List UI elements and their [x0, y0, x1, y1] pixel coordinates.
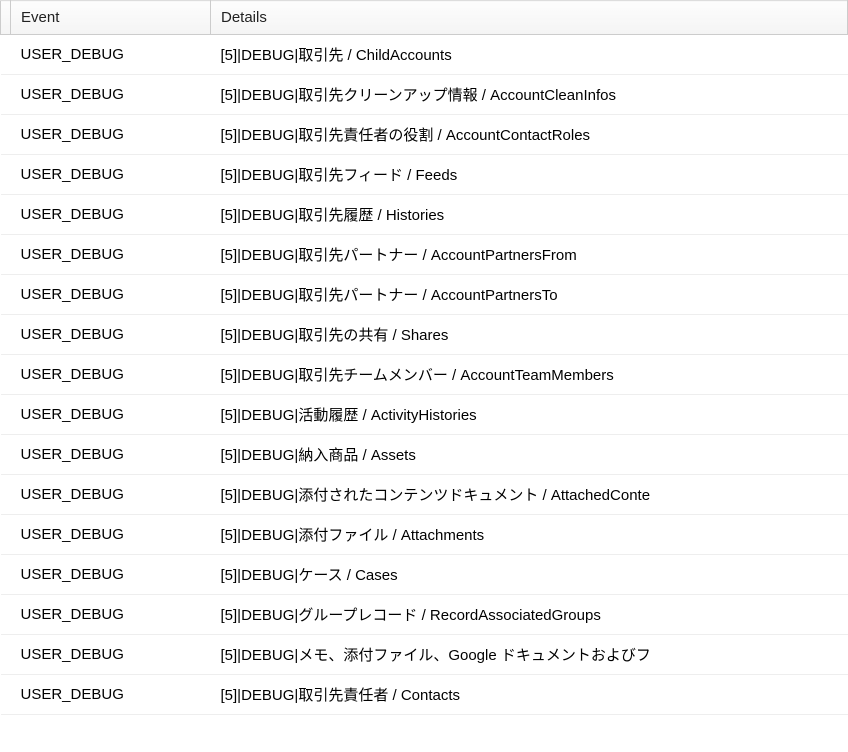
event-cell: USER_DEBUG	[11, 355, 211, 395]
event-cell: USER_DEBUG	[11, 515, 211, 555]
row-checkbox[interactable]	[1, 475, 11, 515]
details-cell: [5]|DEBUG|ケース / Cases	[211, 555, 848, 595]
row-checkbox[interactable]	[1, 595, 11, 635]
event-cell: USER_DEBUG	[11, 395, 211, 435]
row-checkbox[interactable]	[1, 235, 11, 275]
header-event[interactable]: Event	[11, 1, 211, 35]
table-row[interactable]: USER_DEBUG[5]|DEBUG|取引先フィード / Feeds	[1, 155, 848, 195]
details-cell: [5]|DEBUG|取引先パートナー / AccountPartnersTo	[211, 275, 848, 315]
details-cell: [5]|DEBUG|活動履歴 / ActivityHistories	[211, 395, 848, 435]
details-cell: [5]|DEBUG|取引先履歴 / Histories	[211, 195, 848, 235]
details-cell: [5]|DEBUG|メモ、添付ファイル、Google ドキュメントおよびフ	[211, 635, 848, 675]
details-cell: [5]|DEBUG|取引先パートナー / AccountPartnersFrom	[211, 235, 848, 275]
event-cell: USER_DEBUG	[11, 315, 211, 355]
header-checkbox[interactable]	[1, 1, 11, 35]
details-cell: [5]|DEBUG|取引先 / ChildAccounts	[211, 35, 848, 75]
details-cell: [5]|DEBUG|取引先責任者の役割 / AccountContactRole…	[211, 115, 848, 155]
table-header-row: Event Details	[1, 1, 848, 35]
event-cell: USER_DEBUG	[11, 675, 211, 715]
row-checkbox[interactable]	[1, 115, 11, 155]
event-cell: USER_DEBUG	[11, 75, 211, 115]
row-checkbox[interactable]	[1, 555, 11, 595]
row-checkbox[interactable]	[1, 675, 11, 715]
row-checkbox[interactable]	[1, 275, 11, 315]
details-cell: [5]|DEBUG|添付ファイル / Attachments	[211, 515, 848, 555]
table-row[interactable]: USER_DEBUG[5]|DEBUG|取引先 / ChildAccounts	[1, 35, 848, 75]
details-cell: [5]|DEBUG|取引先クリーンアップ情報 / AccountCleanInf…	[211, 75, 848, 115]
table-row[interactable]: USER_DEBUG[5]|DEBUG|取引先の共有 / Shares	[1, 315, 848, 355]
row-checkbox[interactable]	[1, 195, 11, 235]
event-cell: USER_DEBUG	[11, 555, 211, 595]
table-row[interactable]: USER_DEBUG[5]|DEBUG|添付ファイル / Attachments	[1, 515, 848, 555]
row-checkbox[interactable]	[1, 435, 11, 475]
row-checkbox[interactable]	[1, 395, 11, 435]
table-row[interactable]: USER_DEBUG[5]|DEBUG|取引先履歴 / Histories	[1, 195, 848, 235]
header-details[interactable]: Details	[211, 1, 848, 35]
table-row[interactable]: USER_DEBUG[5]|DEBUG|取引先チームメンバー / Account…	[1, 355, 848, 395]
row-checkbox[interactable]	[1, 635, 11, 675]
event-cell: USER_DEBUG	[11, 475, 211, 515]
details-cell: [5]|DEBUG|取引先チームメンバー / AccountTeamMember…	[211, 355, 848, 395]
table-row[interactable]: USER_DEBUG[5]|DEBUG|取引先責任者の役割 / AccountC…	[1, 115, 848, 155]
event-cell: USER_DEBUG	[11, 155, 211, 195]
table-row[interactable]: USER_DEBUG[5]|DEBUG|取引先パートナー / AccountPa…	[1, 275, 848, 315]
row-checkbox[interactable]	[1, 315, 11, 355]
row-checkbox[interactable]	[1, 155, 11, 195]
event-cell: USER_DEBUG	[11, 195, 211, 235]
event-cell: USER_DEBUG	[11, 435, 211, 475]
details-cell: [5]|DEBUG|納入商品 / Assets	[211, 435, 848, 475]
row-checkbox[interactable]	[1, 35, 11, 75]
row-checkbox[interactable]	[1, 355, 11, 395]
event-cell: USER_DEBUG	[11, 235, 211, 275]
event-cell: USER_DEBUG	[11, 595, 211, 635]
table-row[interactable]: USER_DEBUG[5]|DEBUG|メモ、添付ファイル、Google ドキュ…	[1, 635, 848, 675]
event-cell: USER_DEBUG	[11, 635, 211, 675]
table-row[interactable]: USER_DEBUG[5]|DEBUG|納入商品 / Assets	[1, 435, 848, 475]
row-checkbox[interactable]	[1, 75, 11, 115]
details-cell: [5]|DEBUG|取引先の共有 / Shares	[211, 315, 848, 355]
table-row[interactable]: USER_DEBUG[5]|DEBUG|取引先パートナー / AccountPa…	[1, 235, 848, 275]
details-cell: [5]|DEBUG|取引先責任者 / Contacts	[211, 675, 848, 715]
table-row[interactable]: USER_DEBUG[5]|DEBUG|添付されたコンテンツドキュメント / A…	[1, 475, 848, 515]
table-row[interactable]: USER_DEBUG[5]|DEBUG|取引先責任者 / Contacts	[1, 675, 848, 715]
debug-log-table: Event Details USER_DEBUG[5]|DEBUG|取引先 / …	[0, 0, 848, 715]
event-cell: USER_DEBUG	[11, 35, 211, 75]
details-cell: [5]|DEBUG|取引先フィード / Feeds	[211, 155, 848, 195]
details-cell: [5]|DEBUG|添付されたコンテンツドキュメント / AttachedCon…	[211, 475, 848, 515]
table-row[interactable]: USER_DEBUG[5]|DEBUG|グループレコード / RecordAss…	[1, 595, 848, 635]
row-checkbox[interactable]	[1, 515, 11, 555]
table-row[interactable]: USER_DEBUG[5]|DEBUG|ケース / Cases	[1, 555, 848, 595]
table-row[interactable]: USER_DEBUG[5]|DEBUG|活動履歴 / ActivityHisto…	[1, 395, 848, 435]
details-cell: [5]|DEBUG|グループレコード / RecordAssociatedGro…	[211, 595, 848, 635]
event-cell: USER_DEBUG	[11, 115, 211, 155]
table-row[interactable]: USER_DEBUG[5]|DEBUG|取引先クリーンアップ情報 / Accou…	[1, 75, 848, 115]
event-cell: USER_DEBUG	[11, 275, 211, 315]
